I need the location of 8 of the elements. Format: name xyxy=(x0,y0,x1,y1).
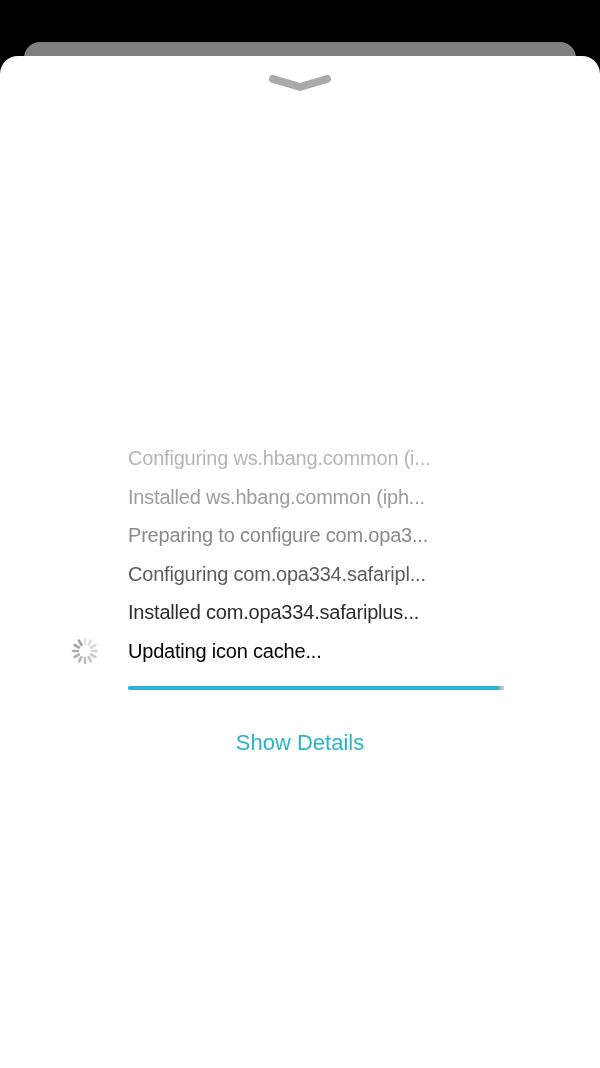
log-line: Configuring ws.hbang.common (i... xyxy=(128,446,431,472)
chevron-down-icon[interactable] xyxy=(269,75,331,93)
log-line: Configuring com.opa334.safaripl... xyxy=(128,561,426,587)
log-line: Updating icon cache... xyxy=(128,638,322,664)
log-line: Preparing to configure com.opa3... xyxy=(128,523,429,549)
log-line: Installed ws.hbang.common (iph... xyxy=(128,484,425,510)
log-line: Installed com.opa334.safariplus... xyxy=(128,600,420,626)
show-details-link[interactable]: Show Details xyxy=(235,726,365,759)
